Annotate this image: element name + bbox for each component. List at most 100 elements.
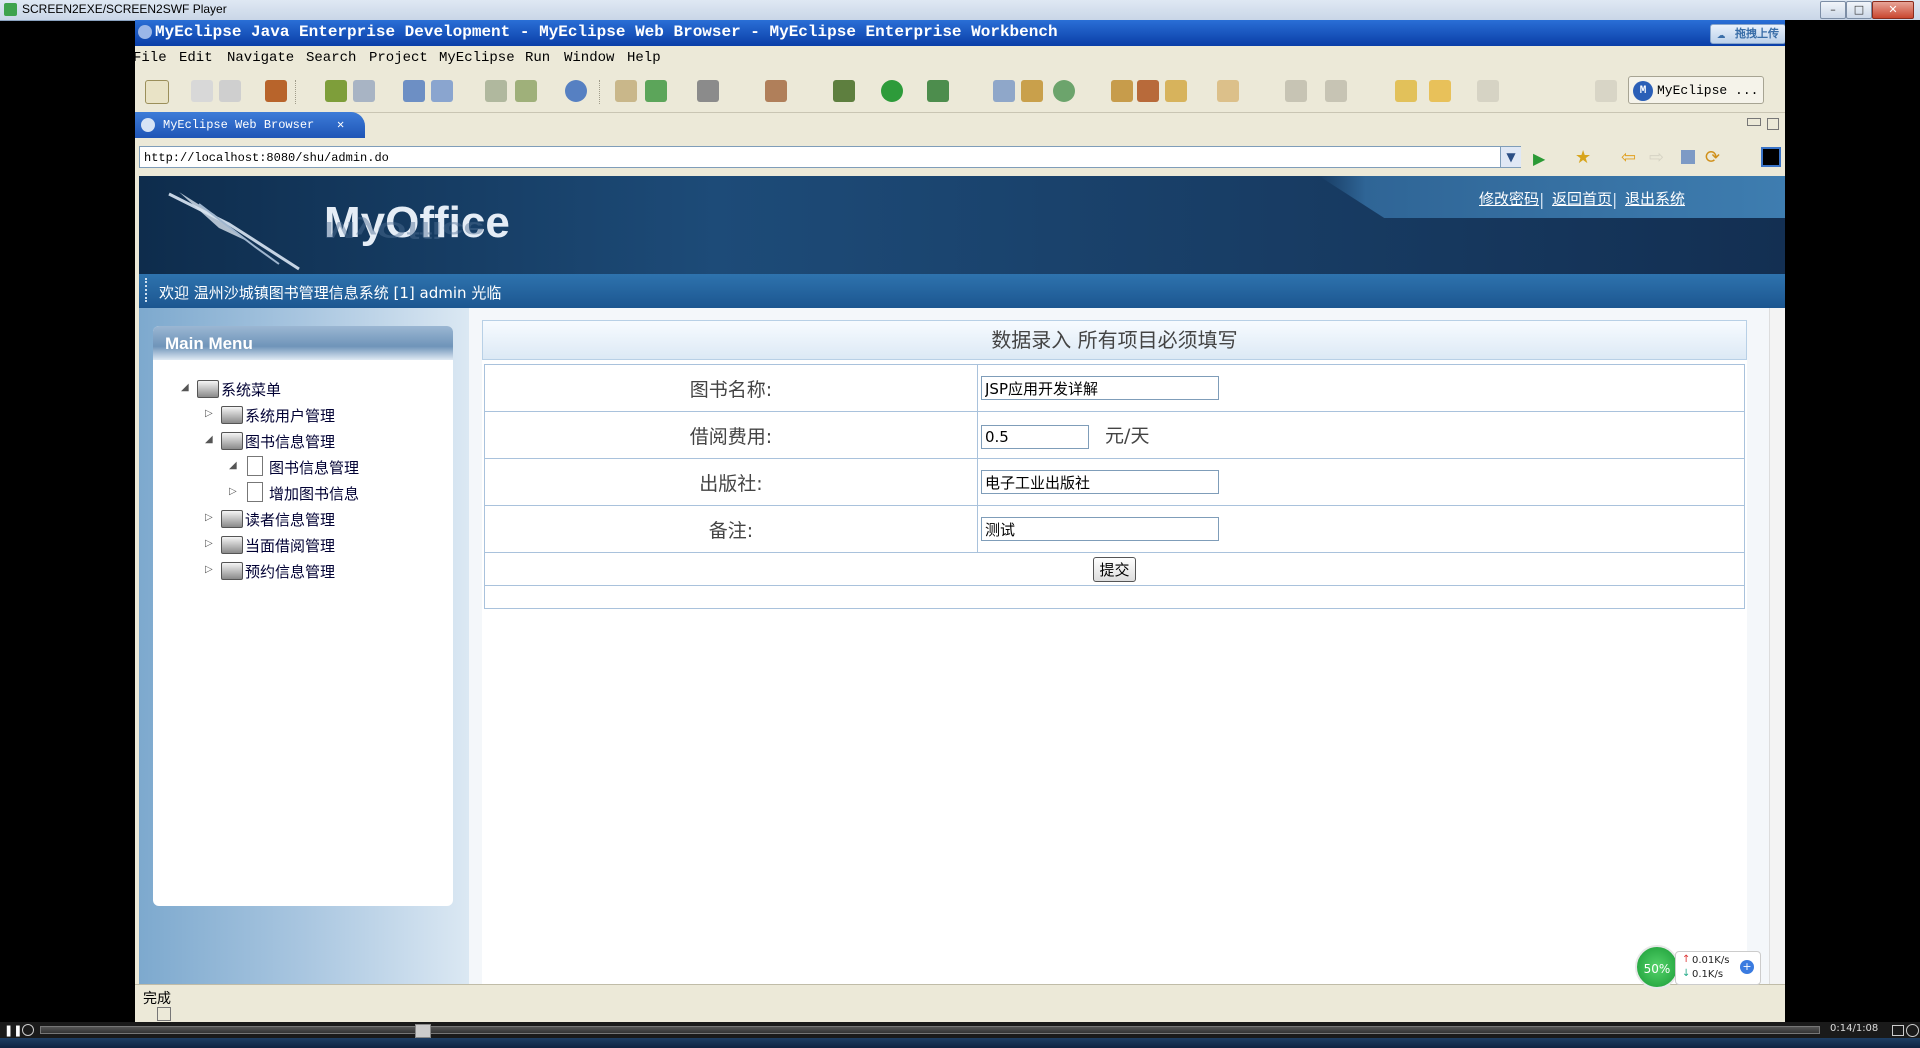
document-icon xyxy=(247,482,263,502)
build-icon[interactable] xyxy=(1021,80,1043,102)
sync-icon[interactable] xyxy=(1053,80,1075,102)
save-icon[interactable] xyxy=(191,80,213,102)
chevron-down-icon[interactable]: ▼ xyxy=(1500,147,1521,167)
deploy-icon[interactable] xyxy=(353,80,375,102)
browser-back-icon[interactable]: ⇦ xyxy=(1621,147,1636,168)
favorites-icon[interactable]: ★ xyxy=(1575,147,1591,168)
myeclipse-logo-icon: M xyxy=(1633,81,1653,101)
progress-knob[interactable] xyxy=(415,1024,431,1038)
fee-field[interactable] xyxy=(981,425,1089,449)
fast-view-icon[interactable] xyxy=(157,1007,171,1021)
close-button[interactable]: ✕ xyxy=(1872,1,1914,19)
address-field[interactable]: http://localhost:8080/shu/admin.do xyxy=(139,146,1521,168)
package-icon[interactable] xyxy=(265,80,287,102)
go-icon[interactable]: ▶ xyxy=(1533,149,1545,168)
open-perspective-icon[interactable] xyxy=(1595,80,1617,102)
eclipse-window: MyEclipse Java Enterprise Development - … xyxy=(133,20,1786,1023)
camera-icon[interactable] xyxy=(697,80,719,102)
change-password-link[interactable]: 修改密码 xyxy=(1479,188,1539,209)
remark-label: 备注: xyxy=(484,505,978,553)
bird-logo-icon xyxy=(168,192,300,271)
plus-icon[interactable]: + xyxy=(1740,960,1754,974)
tree-label: 当面借阅管理 xyxy=(245,537,336,555)
minimize-view-icon[interactable] xyxy=(1747,118,1761,126)
minimize-button[interactable]: – xyxy=(1820,1,1846,19)
back-icon[interactable] xyxy=(1429,80,1451,102)
folder-icon xyxy=(221,432,243,450)
refresh-icon[interactable] xyxy=(645,80,667,102)
tree-label: 系统菜单 xyxy=(221,381,282,399)
maximize-button[interactable]: □ xyxy=(1846,1,1872,19)
menu-navigate[interactable]: Navigate xyxy=(227,50,294,66)
print-icon[interactable] xyxy=(219,80,241,102)
browser-refresh-icon[interactable]: ⟳ xyxy=(1705,147,1720,168)
folder-icon xyxy=(221,406,243,424)
logout-link[interactable]: 退出系统 xyxy=(1625,188,1685,209)
fee-label: 借阅费用: xyxy=(484,411,978,459)
menu-edit[interactable]: Edit xyxy=(179,50,213,66)
submit-button[interactable]: 提交 xyxy=(1093,556,1136,582)
run-icon[interactable] xyxy=(881,80,903,102)
new-icon[interactable] xyxy=(145,80,169,104)
network-percent[interactable]: 50% xyxy=(1635,945,1679,989)
menu-help[interactable]: Help xyxy=(627,50,661,66)
rewind-icon[interactable] xyxy=(22,1024,34,1036)
page-scrollbar[interactable] xyxy=(1769,308,1785,984)
table-row: 提交 xyxy=(484,552,1745,586)
tree-label: 系统用户管理 xyxy=(245,407,336,425)
open-project-icon[interactable] xyxy=(1217,80,1239,102)
menu-run[interactable]: Run xyxy=(525,50,550,66)
export-icon[interactable] xyxy=(515,80,537,102)
menu-window[interactable]: Window xyxy=(564,50,614,66)
welcome-bar: 欢迎 温州沙城镇图书管理信息系统 [1] admin 光临 xyxy=(139,274,1785,308)
main-menu-header: Main Menu xyxy=(153,326,453,360)
perspective-switcher[interactable]: M MyEclipse ... xyxy=(1628,76,1764,104)
upload-speed: 0.01K/s xyxy=(1692,955,1730,966)
menu-myeclipse[interactable]: MyEclipse xyxy=(439,50,515,66)
menu-file[interactable]: File xyxy=(133,50,167,66)
forward-icon[interactable] xyxy=(1477,80,1499,102)
info-icon[interactable] xyxy=(1906,1024,1919,1037)
brush-icon[interactable] xyxy=(1137,80,1159,102)
collapsed-arrow-icon: ▷ xyxy=(229,486,237,497)
progress-bar[interactable] xyxy=(40,1026,1820,1034)
folder-icon xyxy=(197,380,219,398)
form-header: 数据录入 所有项目必须填写 xyxy=(482,320,1747,360)
close-tab-icon[interactable]: ✕ xyxy=(337,112,344,138)
menu-search[interactable]: Search xyxy=(306,50,356,66)
db-icon[interactable] xyxy=(1111,80,1133,102)
publisher-field[interactable] xyxy=(981,470,1219,494)
upload-button[interactable]: ☁ 拖拽上传 xyxy=(1710,24,1786,44)
remark-field[interactable] xyxy=(981,517,1219,541)
stop-icon[interactable] xyxy=(1681,150,1695,164)
book-form: 图书名称: 借阅费用: 元/天 出版社: 备注: xyxy=(484,364,1745,609)
welcome-text: 欢迎 温州沙城镇图书管理信息系统 [1] admin 光临 xyxy=(159,284,502,302)
server-icon[interactable] xyxy=(325,80,347,102)
prev-annotation-icon[interactable] xyxy=(1325,80,1347,102)
last-edit-icon[interactable] xyxy=(1395,80,1417,102)
submit-cell: 提交 xyxy=(484,552,1745,586)
home-link[interactable]: 返回首页 xyxy=(1552,188,1612,209)
debug-icon[interactable] xyxy=(833,80,855,102)
maximize-view-icon[interactable] xyxy=(1767,118,1779,130)
expanded-arrow-icon: ◢ xyxy=(229,460,237,471)
wizard-icon[interactable] xyxy=(485,80,507,102)
link-divider: | xyxy=(1612,190,1618,209)
jump-icon[interactable] xyxy=(993,80,1015,102)
tasks-icon[interactable] xyxy=(765,80,787,102)
book-name-field[interactable] xyxy=(981,376,1219,400)
tab-web-browser[interactable]: MyEclipse Web Browser ✕ xyxy=(135,112,365,138)
next-annotation-icon[interactable] xyxy=(1285,80,1307,102)
globe-icon[interactable] xyxy=(565,80,587,102)
view-menu-icon[interactable] xyxy=(1761,147,1781,167)
open-folder-icon[interactable] xyxy=(615,80,637,102)
search-icon[interactable] xyxy=(431,80,453,102)
external-tools-icon[interactable] xyxy=(927,80,949,102)
open-type-icon[interactable] xyxy=(403,80,425,102)
menu-project[interactable]: Project xyxy=(369,50,428,66)
folder-icon[interactable] xyxy=(1165,80,1187,102)
browser-forward-icon[interactable]: ⇨ xyxy=(1649,147,1664,168)
taskbar xyxy=(0,1038,1920,1048)
fullscreen-icon[interactable] xyxy=(1892,1025,1904,1036)
pause-icon[interactable]: ❚❚ xyxy=(4,1024,22,1037)
